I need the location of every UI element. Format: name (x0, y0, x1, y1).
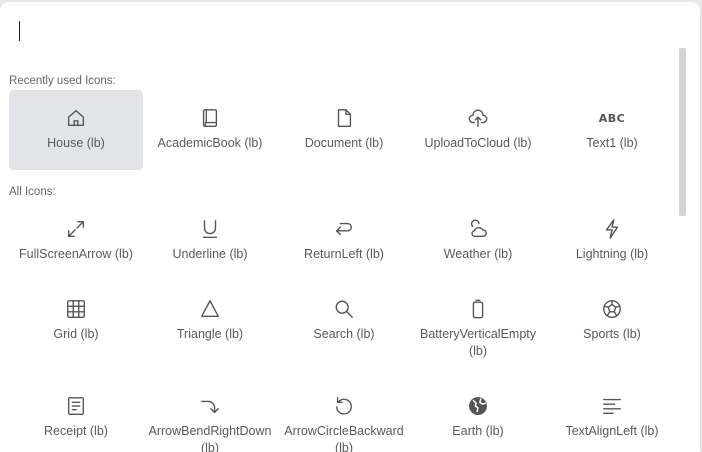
document-icon (332, 106, 356, 130)
arrow-bend-right-down-icon (198, 394, 222, 418)
text1-icon: ABC (598, 111, 626, 125)
search-input[interactable] (14, 16, 664, 46)
earth-icon (466, 394, 490, 418)
icon-tile-label: UploadToCloud (lb) (424, 136, 532, 150)
icon-tile-arrow-bend-right-down[interactable]: ArrowBendRightDown (lb) (143, 378, 277, 452)
battery-vertical-empty-icon (466, 297, 490, 321)
all-icons-row: FullScreenArrow (lb) Underline (lb) Retu… (9, 201, 679, 281)
icon-tile-label: Receipt (lb) (44, 424, 108, 438)
icon-tile-label: Search (lb) (313, 327, 375, 341)
icon-tile-label: Text1 (lb) (586, 136, 638, 150)
search-icon (332, 297, 356, 321)
scrollbar-thumb[interactable] (679, 48, 686, 216)
icon-tile-label: ArrowBendRightDown (lb) (148, 424, 272, 452)
icon-tile-grid[interactable]: Grid (lb) (9, 281, 143, 361)
icon-tile-return-left[interactable]: ReturnLeft (lb) (277, 201, 411, 281)
all-icons-row: Receipt (lb) ArrowBendRightDown (lb) Arr… (9, 378, 679, 452)
recent-icons-row: House (lb) AcademicBook (lb) Document (l… (9, 90, 679, 170)
grid-icon (64, 297, 88, 321)
icon-tile-label: Weather (lb) (443, 247, 513, 261)
icon-tile-label: BatteryVerticalEmpty (lb) (419, 327, 536, 358)
academic-book-icon (198, 106, 222, 130)
icon-tile-label: Grid (lb) (53, 327, 99, 341)
icon-tile-triangle[interactable]: Triangle (lb) (143, 281, 277, 361)
all-icons-label: All Icons: (9, 186, 56, 198)
icon-tile-battery-vertical-empty[interactable]: BatteryVerticalEmpty (lb) (411, 281, 545, 361)
house-icon (64, 106, 88, 130)
full-screen-arrow-icon (64, 217, 88, 241)
underline-icon (198, 217, 222, 241)
icon-tile-receipt[interactable]: Receipt (lb) (9, 378, 143, 452)
arrow-circle-backward-icon (332, 394, 356, 418)
icon-tile-arrow-circle-backward[interactable]: ArrowCircleBackward (lb) (277, 378, 411, 452)
return-left-icon (332, 217, 356, 241)
lightning-icon (600, 217, 624, 241)
triangle-icon (198, 297, 222, 321)
icon-tile-search[interactable]: Search (lb) (277, 281, 411, 361)
icon-tile-label: AcademicBook (lb) (157, 136, 263, 150)
all-icons-row: Grid (lb) Triangle (lb) Search (lb) Batt… (9, 281, 679, 361)
icon-tile-upload-to-cloud[interactable]: UploadToCloud (lb) (411, 90, 545, 170)
recent-icons-label: Recently used Icons: (9, 75, 116, 87)
scrollbar[interactable] (679, 48, 686, 452)
icon-tile-weather[interactable]: Weather (lb) (411, 201, 545, 281)
icon-tile-academic-book[interactable]: AcademicBook (lb) (143, 90, 277, 170)
icon-tile-earth[interactable]: Earth (lb) (411, 378, 545, 452)
icon-tile-label: Triangle (lb) (176, 327, 244, 341)
icon-tile-full-screen-arrow[interactable]: FullScreenArrow (lb) (9, 201, 143, 281)
icon-tile-lightning[interactable]: Lightning (lb) (545, 201, 679, 281)
icon-tile-label: Sports (lb) (583, 327, 641, 341)
upload-to-cloud-icon (466, 106, 490, 130)
icon-tile-label: Document (lb) (304, 136, 384, 150)
icon-tile-underline[interactable]: Underline (lb) (143, 201, 277, 281)
icon-tile-text-align-left[interactable]: TextAlignLeft (lb) (545, 378, 679, 452)
icon-tile-text1[interactable]: ABC Text1 (lb) (545, 90, 679, 170)
search-row (0, 2, 700, 58)
icon-tile-label: Earth (lb) (452, 424, 504, 438)
icon-tile-label: Lightning (lb) (575, 247, 649, 261)
text-align-left-icon (600, 394, 624, 418)
icon-tile-house[interactable]: House (lb) (9, 90, 143, 170)
icon-tile-sports[interactable]: Sports (lb) (545, 281, 679, 361)
icon-tile-label: ReturnLeft (lb) (304, 247, 384, 261)
icon-tile-label: TextAlignLeft (lb) (565, 424, 659, 438)
text-caret (19, 21, 20, 41)
icon-tile-label: Underline (lb) (172, 247, 248, 261)
icon-tile-label: House (lb) (47, 136, 105, 150)
icon-tile-document[interactable]: Document (lb) (277, 90, 411, 170)
icon-tile-label: ArrowCircleBackward (lb) (284, 424, 404, 452)
receipt-icon (64, 394, 88, 418)
icon-picker-panel: Recently used Icons: House (lb) Academic… (0, 2, 700, 452)
icon-tile-label: FullScreenArrow (lb) (19, 247, 133, 261)
sports-icon (600, 297, 624, 321)
weather-icon (466, 217, 490, 241)
